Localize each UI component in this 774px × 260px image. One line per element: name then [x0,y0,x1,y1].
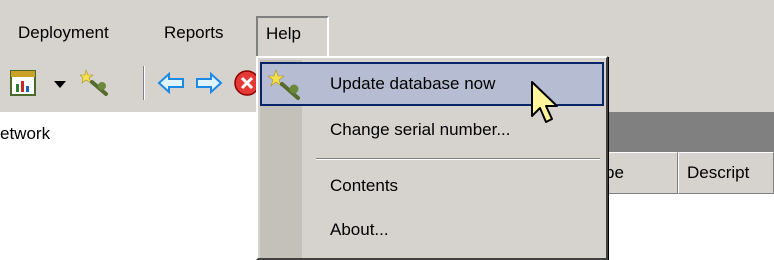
tree-item-network[interactable]: etwork [0,124,50,144]
update-wand-icon[interactable] [80,68,110,98]
menu-bar: Deployment Reports [0,0,774,56]
menu-item-contents[interactable]: Contents [260,164,604,208]
app-window: Deployment Reports Help etwork pe Descri… [0,0,774,260]
menu-help[interactable]: Help [256,16,329,58]
menu-reports-label: Reports [164,23,224,42]
menu-item-about[interactable]: About... [260,208,604,252]
menu-item-change-serial-label: Change serial number... [330,120,511,139]
back-arrow-icon[interactable] [156,68,186,98]
menu-deployment[interactable]: Deployment [14,18,113,48]
column-header-description[interactable]: Descript [678,152,774,194]
update-wand-icon [268,69,300,100]
menu-item-contents-label: Contents [330,176,399,195]
report-icon[interactable] [8,68,38,98]
menu-item-update-database-label: Update database now [330,74,496,93]
column-header-type[interactable]: pe [596,152,678,194]
pane-title-band [600,112,774,152]
forward-arrow-icon[interactable] [194,68,224,98]
menu-help-label: Help [266,24,301,43]
menu-reports[interactable]: Reports [160,18,228,48]
column-header-description-label: Descript [687,163,750,182]
mouse-cursor-icon [531,81,558,123]
menu-item-about-label: About... [330,220,389,239]
toolbar-separator [143,66,145,100]
menu-deployment-label: Deployment [18,23,109,42]
dropdown-arrow-icon[interactable] [52,68,68,98]
menu-separator [316,158,600,160]
